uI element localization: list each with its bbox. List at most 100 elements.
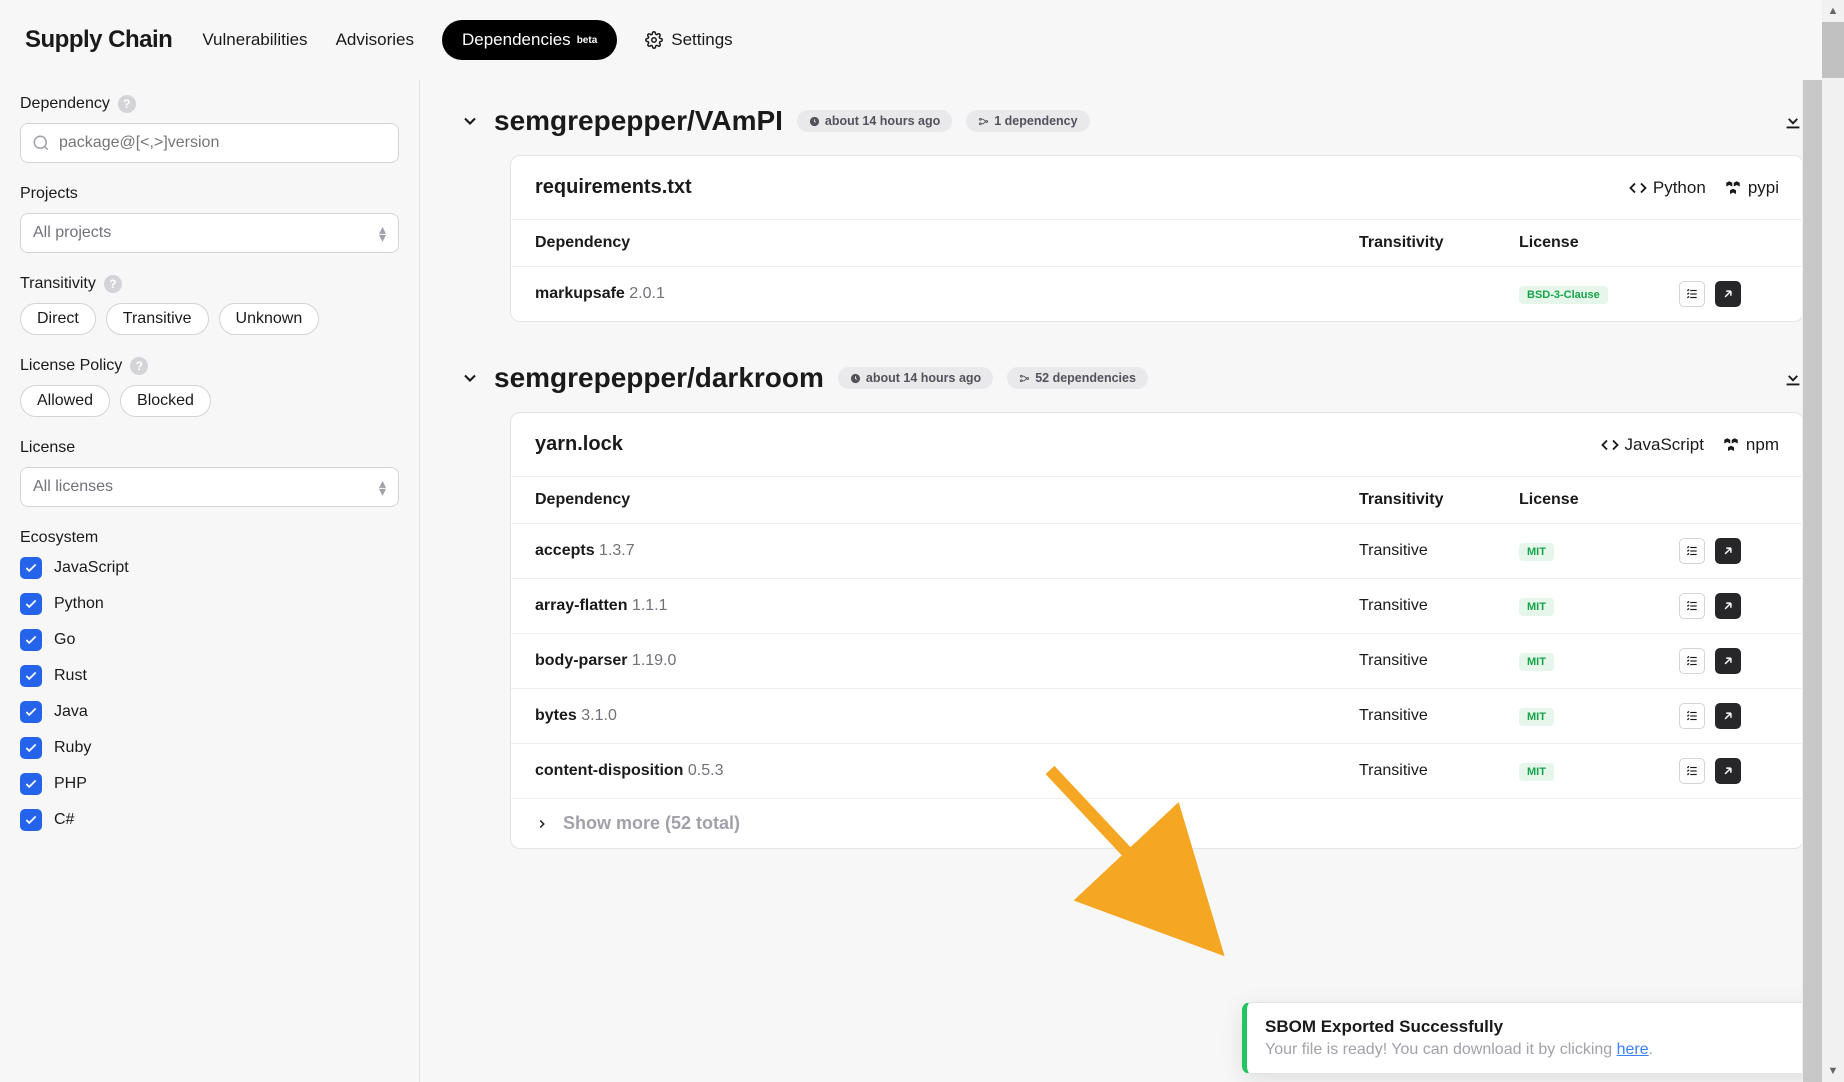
open-button[interactable] [1715, 538, 1741, 564]
show-more[interactable]: Show more (52 total) [511, 798, 1803, 848]
license-tag: MIT [1519, 653, 1554, 671]
list-icon [1685, 764, 1699, 778]
ecosystem-csharp[interactable]: C# [20, 809, 399, 831]
list-button[interactable] [1679, 758, 1705, 784]
ecosystem-rust[interactable]: Rust [20, 665, 399, 687]
open-button[interactable] [1715, 648, 1741, 674]
filter-dependency-label: Dependency ? [20, 95, 399, 113]
clock-icon [809, 116, 820, 127]
help-icon[interactable]: ? [104, 275, 122, 293]
checkbox-icon [20, 737, 42, 759]
dep-name: accepts [535, 542, 595, 559]
dependency-search-input[interactable] [20, 123, 399, 163]
ecosystem-java[interactable]: Java [20, 701, 399, 723]
nav-settings[interactable]: Settings [645, 30, 732, 50]
list-button[interactable] [1679, 648, 1705, 674]
open-button[interactable] [1715, 281, 1741, 307]
help-icon[interactable]: ? [118, 95, 136, 113]
dep-transitivity: Transitive [1359, 762, 1519, 780]
checkbox-icon [20, 773, 42, 795]
ecosystem-ruby[interactable]: Ruby [20, 737, 399, 759]
list-button[interactable] [1679, 538, 1705, 564]
gear-icon [645, 31, 663, 49]
dependency-row: accepts 1.3.7TransitiveMIT [511, 523, 1803, 578]
toast-body: Your file is ready! You can download it … [1265, 1041, 1787, 1059]
license-tag: MIT [1519, 598, 1554, 616]
table-header: DependencyTransitivityLicense [511, 476, 1803, 523]
chip-allowed[interactable]: Allowed [20, 385, 110, 417]
scroll-down-icon[interactable]: ▼ [1822, 1060, 1844, 1082]
dependency-row: markupsafe 2.0.1 BSD-3-Clause [511, 266, 1803, 321]
outer-scrollbar[interactable]: ▲ ▼ [1822, 0, 1844, 1082]
dep-name: content-disposition [535, 762, 683, 779]
inner-scrollbar[interactable] [1802, 80, 1822, 1082]
dep-count-pill: 1 dependency [966, 110, 1089, 132]
list-button[interactable] [1679, 703, 1705, 729]
search-icon [32, 134, 50, 152]
nav-advisories[interactable]: Advisories [336, 30, 414, 50]
chip-direct[interactable]: Direct [20, 303, 96, 335]
registry-badge: npm [1722, 435, 1779, 455]
brand: Supply Chain [25, 26, 172, 54]
ecosystem-javascript[interactable]: JavaScript [20, 557, 399, 579]
checkbox-icon [20, 593, 42, 615]
toast-link[interactable]: here [1617, 1041, 1649, 1058]
open-button[interactable] [1715, 593, 1741, 619]
license-tag: BSD-3-Clause [1519, 286, 1608, 304]
chip-blocked[interactable]: Blocked [120, 385, 211, 417]
list-button[interactable] [1679, 281, 1705, 307]
nav-vulnerabilities[interactable]: Vulnerabilities [202, 30, 307, 50]
clock-icon [850, 373, 861, 384]
dep-name: bytes [535, 707, 577, 724]
open-button[interactable] [1715, 758, 1741, 784]
table-header: DependencyTransitivityLicense [511, 219, 1803, 266]
dependency-icon [1019, 373, 1030, 384]
projects-select[interactable]: All projects ▴▾ [20, 213, 399, 253]
registry-icon [1724, 179, 1742, 197]
dep-version: 0.5.3 [688, 762, 724, 779]
chip-unknown[interactable]: Unknown [219, 303, 320, 335]
toast: SBOM Exported Successfully Your file is … [1242, 1002, 1832, 1074]
ecosystem-python[interactable]: Python [20, 593, 399, 615]
external-link-icon [1721, 544, 1735, 558]
scrollbar-thumb[interactable] [1822, 22, 1844, 78]
checkbox-icon [20, 809, 42, 831]
language-badge: JavaScript [1601, 435, 1704, 455]
nav-dependencies[interactable]: Dependencies beta [442, 20, 617, 60]
lockfile-card: yarn.lockJavaScriptnpmDependencyTransiti… [510, 412, 1804, 849]
nav-dependencies-label: Dependencies [462, 30, 571, 50]
download-icon[interactable] [1782, 110, 1804, 132]
dep-version: 1.1.1 [632, 597, 668, 614]
project-name: semgrepepper/VAmPI [494, 105, 783, 137]
ecosystem-go[interactable]: Go [20, 629, 399, 651]
beta-badge: beta [577, 35, 598, 46]
ecosystem-label: Ruby [54, 739, 91, 757]
license-tag: MIT [1519, 708, 1554, 726]
checkbox-icon [20, 629, 42, 651]
chevron-down-icon[interactable] [460, 111, 480, 131]
list-icon [1685, 709, 1699, 723]
chevron-down-icon[interactable] [460, 368, 480, 388]
lockfile-name: requirements.txt [535, 176, 692, 199]
dep-name: markupsafe [535, 285, 625, 302]
ecosystem-php[interactable]: PHP [20, 773, 399, 795]
top-nav: Supply Chain Vulnerabilities Advisories … [0, 0, 1844, 80]
dep-name: body-parser [535, 652, 627, 669]
main-content: semgrepepper/VAmPIabout 14 hours ago1 de… [420, 80, 1844, 1082]
scroll-up-icon[interactable]: ▲ [1822, 0, 1844, 22]
download-icon[interactable] [1782, 367, 1804, 389]
open-button[interactable] [1715, 703, 1741, 729]
dep-version: 2.0.1 [629, 285, 665, 302]
scrollbar-thumb[interactable] [1803, 80, 1822, 1082]
license-select[interactable]: All licenses ▴▾ [20, 467, 399, 507]
external-link-icon [1721, 654, 1735, 668]
code-icon [1629, 179, 1647, 197]
list-icon [1685, 287, 1699, 301]
chip-transitive[interactable]: Transitive [106, 303, 209, 335]
help-icon[interactable]: ? [130, 357, 148, 375]
dependency-row: bytes 3.1.0TransitiveMIT [511, 688, 1803, 743]
filter-license-policy-label: License Policy ? [20, 357, 399, 375]
checkbox-icon [20, 557, 42, 579]
external-link-icon [1721, 287, 1735, 301]
list-button[interactable] [1679, 593, 1705, 619]
